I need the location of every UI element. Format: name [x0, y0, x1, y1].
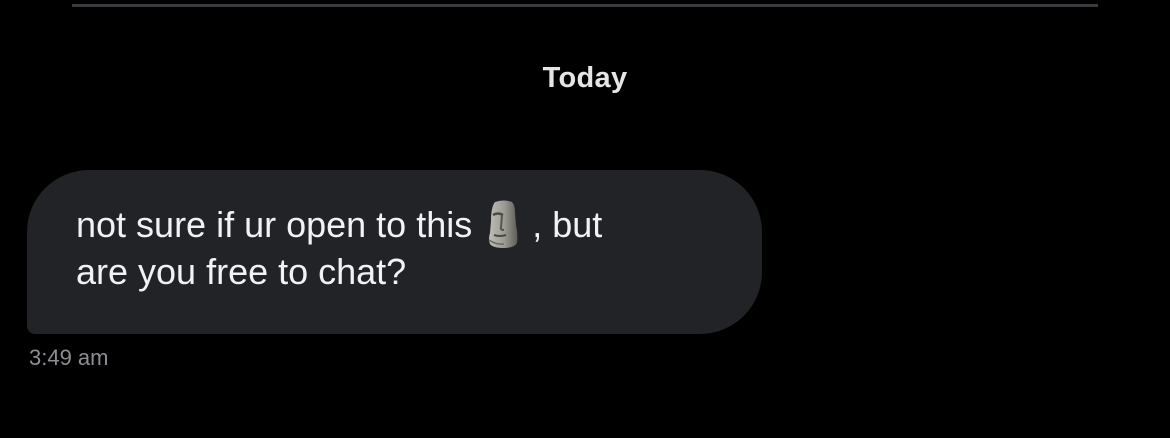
message-line-2: are you free to chat? [76, 251, 407, 293]
message-bubble[interactable]: not sure if ur open to this , but are yo… [27, 170, 762, 334]
chat-screen: Today not sure if ur open to this , but … [0, 0, 1170, 438]
top-divider [72, 4, 1098, 7]
message-line-1: not sure if ur open to this , but [76, 200, 722, 249]
message-timestamp: 3:49 am [29, 345, 109, 370]
date-separator: Today [542, 62, 628, 94]
moai-icon [488, 200, 518, 249]
message-text-part-2: , but [532, 204, 603, 245]
message-text-part-1: not sure if ur open to this [76, 204, 473, 245]
